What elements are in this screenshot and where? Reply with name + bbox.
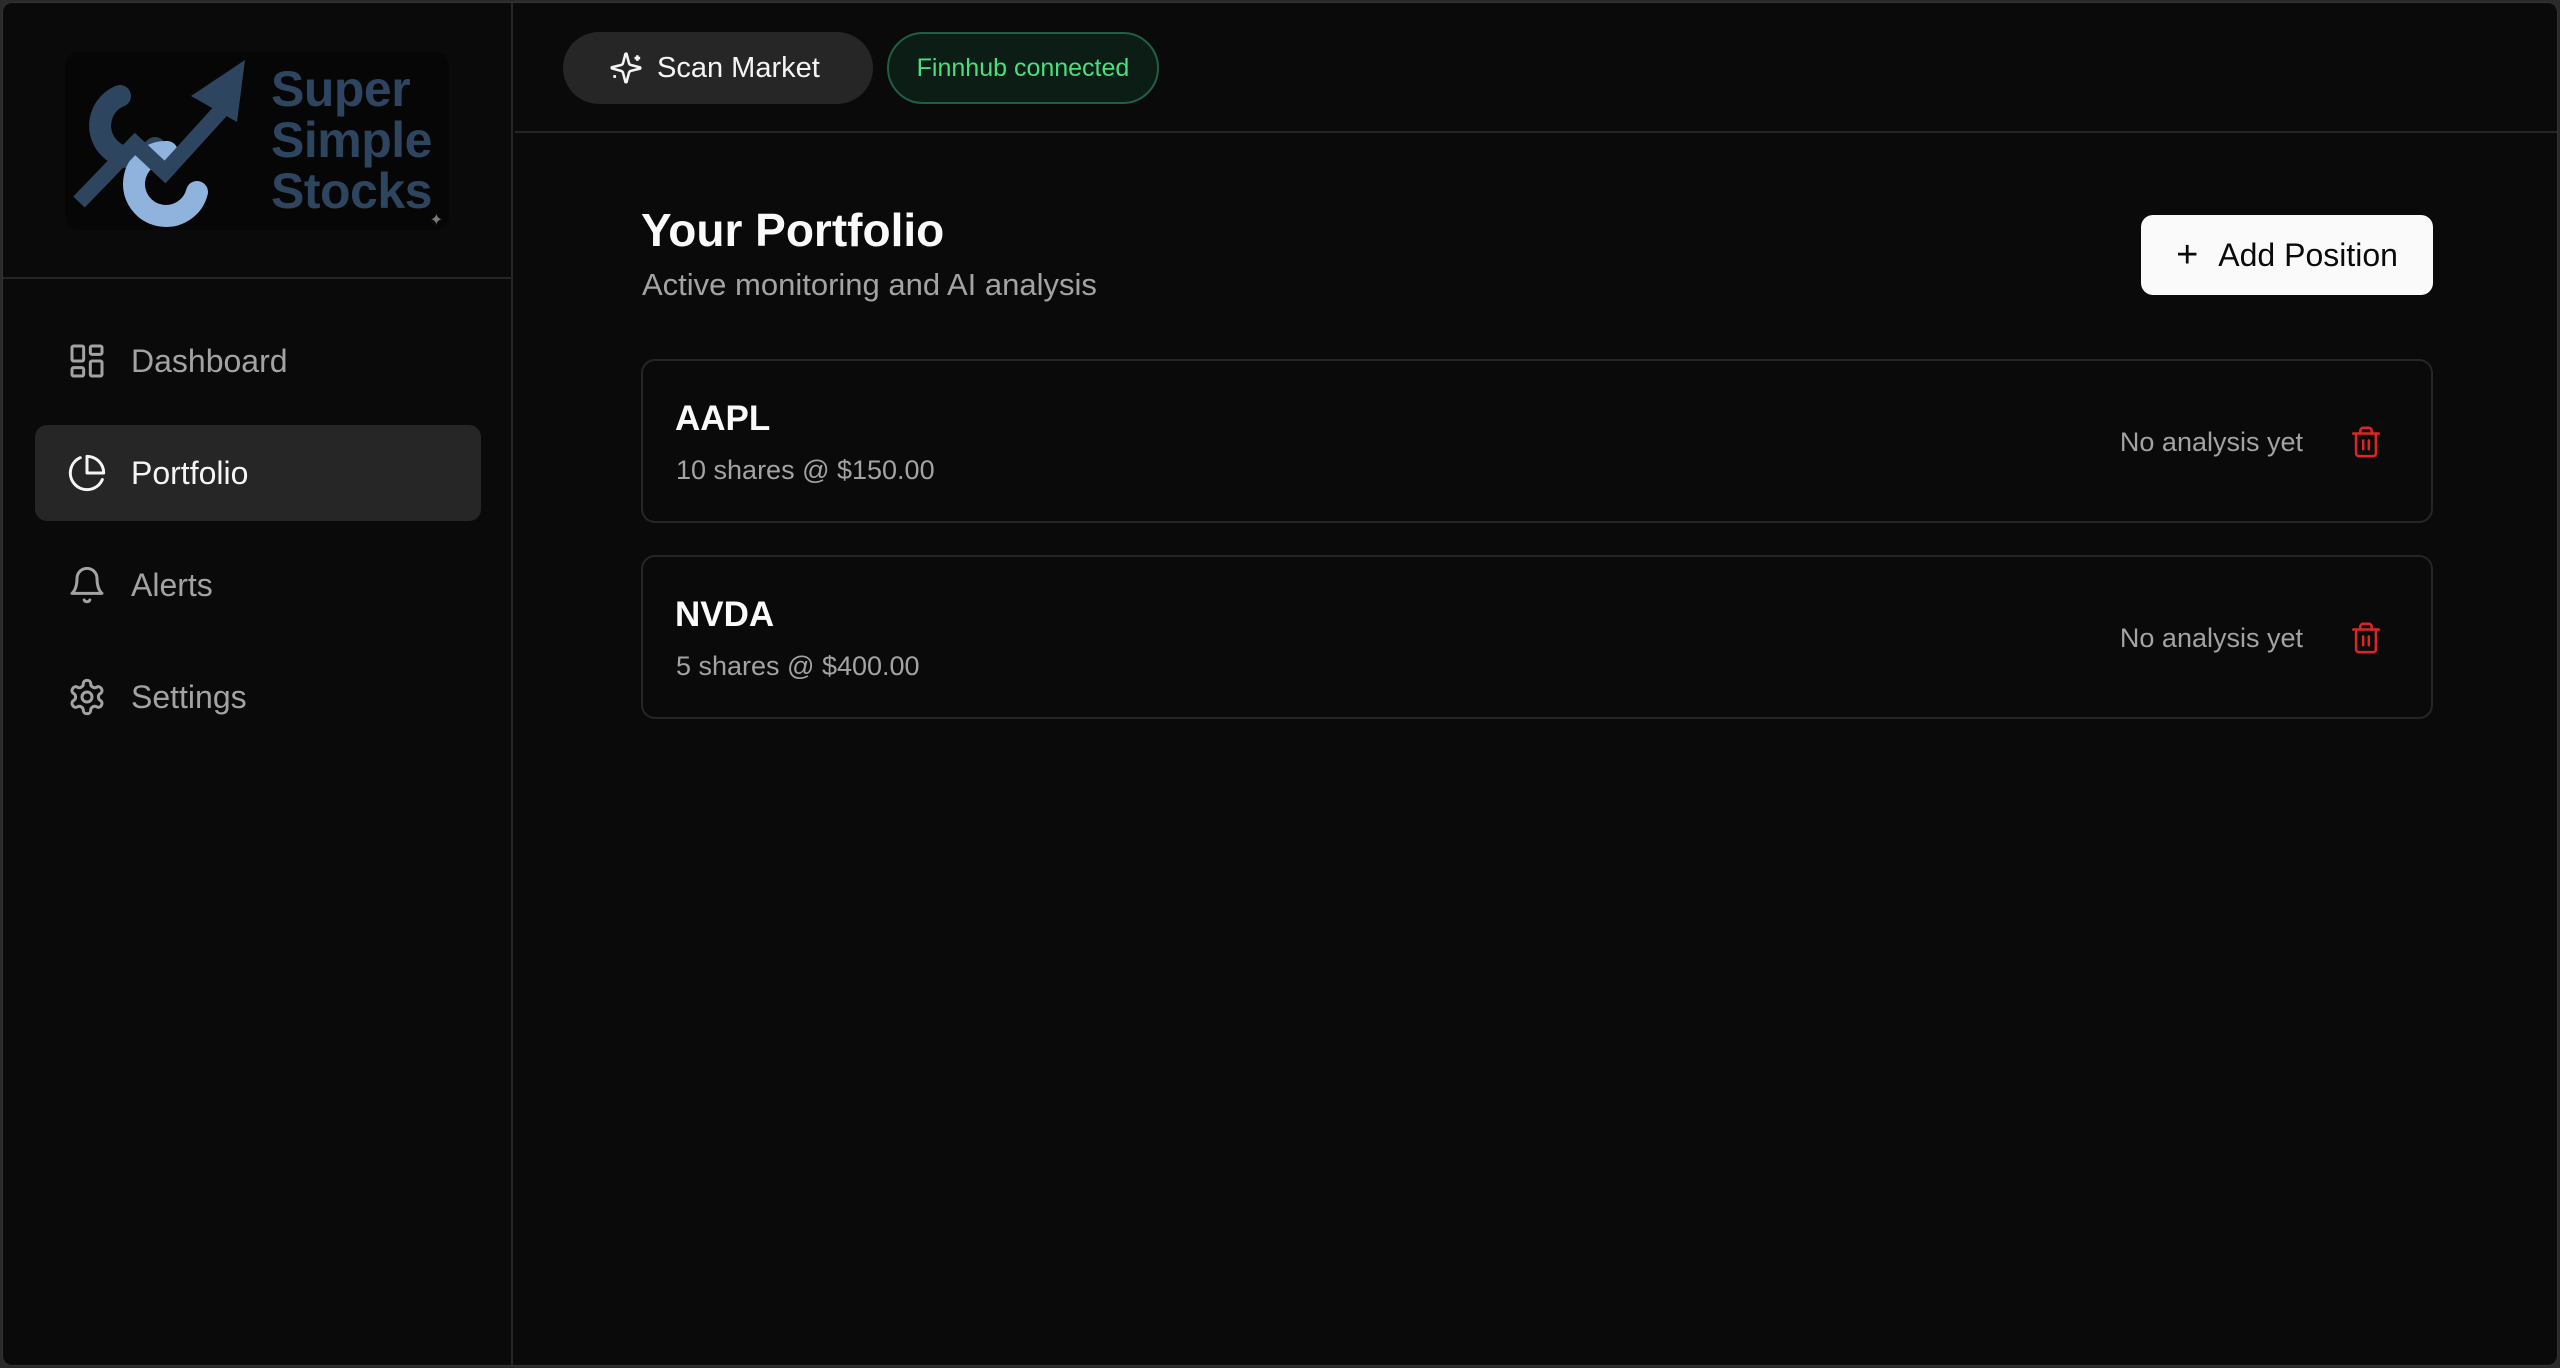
sidebar-item-dashboard[interactable]: Dashboard [35,313,481,409]
top-bar: Scan Market Finnhub connected [515,3,2557,133]
sparkle-icon: ✦ [429,212,443,229]
sidebar-item-label: Dashboard [131,342,288,379]
sidebar-item-label: Alerts [131,566,213,603]
page-title: Your Portfolio [641,204,945,256]
trash-icon [2351,622,2381,654]
sidebar-nav: Dashboard Portfolio Alerts Settings [35,313,481,761]
delete-position-button[interactable] [2347,619,2385,657]
sidebar-item-settings[interactable]: Settings [35,649,481,745]
layout-grid-icon [67,341,107,381]
logo-text: Super Simple Stocks [271,61,432,219]
sidebar-item-portfolio[interactable]: Portfolio [35,425,481,521]
position-ticker: AAPL [675,399,771,438]
scan-market-label: Scan Market [657,51,820,84]
position-details: 10 shares @ $150.00 [676,455,935,485]
trash-icon [2351,426,2381,458]
bell-icon [67,565,107,605]
sidebar-item-label: Portfolio [131,454,249,491]
delete-position-button[interactable] [2347,423,2385,461]
sparkles-icon [609,51,643,85]
sidebar: Super Simple Stocks ✦ Dashboard Portfoli… [3,3,513,1365]
position-ticker: NVDA [675,595,775,634]
analysis-status: No analysis yet [2119,427,2303,457]
app-window: Super Simple Stocks ✦ Dashboard Portfoli… [2,2,2558,1366]
gear-icon [67,677,107,717]
pie-chart-icon [67,453,107,493]
sidebar-item-label: Settings [131,678,247,715]
logo-mark-icon [73,60,245,227]
add-position-label: Add Position [2218,236,2398,273]
page-subtitle: Active monitoring and AI analysis [642,267,1097,302]
positions-list: AAPL 10 shares @ $150.00 No analysis yet… [641,359,2433,751]
connection-status-badge: Finnhub connected [887,32,1159,104]
logo-area: Super Simple Stocks ✦ [3,3,511,279]
sidebar-item-alerts[interactable]: Alerts [35,537,481,633]
position-card[interactable]: NVDA 5 shares @ $400.00 No analysis yet [641,555,2433,719]
main-content: Your Portfolio Active monitoring and AI … [515,135,2557,1365]
scan-market-button[interactable]: Scan Market [563,32,873,104]
plus-icon: + [2176,234,2199,276]
position-details: 5 shares @ $400.00 [676,651,920,681]
app-logo[interactable]: Super Simple Stocks ✦ [65,52,449,230]
analysis-status: No analysis yet [2119,623,2303,653]
position-card[interactable]: AAPL 10 shares @ $150.00 No analysis yet [641,359,2433,523]
add-position-button[interactable]: + Add Position [2141,215,2433,295]
